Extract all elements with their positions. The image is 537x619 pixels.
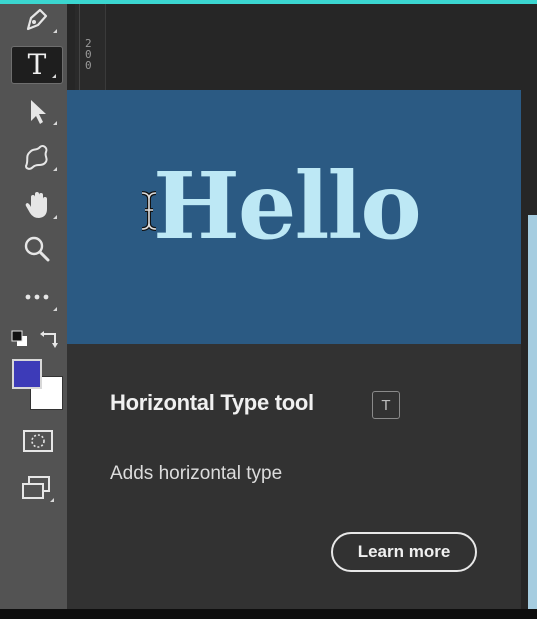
- path-selection-tool[interactable]: [11, 92, 63, 130]
- status-strip: [0, 609, 537, 619]
- shape-icon: [24, 144, 48, 170]
- pen-tool[interactable]: [11, 0, 63, 38]
- rich-tooltip: Hello Horizontal Type tool T Adds horizo…: [67, 90, 521, 609]
- horizontal-type-tool[interactable]: T: [11, 46, 63, 84]
- tools-panel: T: [0, 4, 67, 619]
- default-colors-button[interactable]: [10, 330, 32, 348]
- submenu-indicator: [53, 121, 57, 125]
- text-cursor-icon: [141, 191, 157, 231]
- hand-tool[interactable]: [11, 186, 63, 224]
- learn-more-button[interactable]: Learn more: [331, 532, 477, 572]
- swap-colors-button[interactable]: [38, 330, 60, 348]
- right-panel-edge: [528, 215, 537, 610]
- tooltip-description: Adds horizontal type: [110, 463, 283, 484]
- custom-shape-tool[interactable]: [11, 138, 63, 176]
- vertical-ruler: 200: [75, 4, 106, 90]
- tooltip-title: Horizontal Type tool: [110, 390, 314, 415]
- type-icon: T: [27, 48, 47, 81]
- zoom-tool[interactable]: [11, 230, 63, 268]
- tool-preview-image: Hello: [67, 90, 521, 344]
- quick-mask-icon: [23, 430, 53, 452]
- arrow-icon: [31, 100, 46, 124]
- edit-toolbar-button[interactable]: [11, 278, 63, 316]
- foreground-color-swatch[interactable]: [12, 359, 42, 389]
- keyboard-shortcut-badge: T: [372, 391, 400, 419]
- magnifier-icon: [24, 236, 50, 262]
- more-icon: [25, 294, 49, 300]
- submenu-indicator: [53, 167, 57, 171]
- submenu-indicator: [50, 498, 54, 502]
- pen-icon: [26, 8, 48, 31]
- default-colors-icon: [11, 330, 27, 346]
- quick-mask-button[interactable]: [22, 428, 54, 454]
- swap-arrow-icon: [40, 331, 58, 348]
- submenu-indicator: [53, 215, 57, 219]
- preview-hello-text: Hello: [153, 152, 422, 260]
- hand-icon: [25, 192, 47, 218]
- submenu-indicator: [53, 29, 57, 33]
- submenu-indicator: [53, 307, 57, 311]
- submenu-indicator: [52, 74, 56, 78]
- ruler-label: 200: [85, 37, 92, 72]
- ruler-tick: [79, 4, 80, 90]
- screen-mode-button[interactable]: [20, 474, 56, 504]
